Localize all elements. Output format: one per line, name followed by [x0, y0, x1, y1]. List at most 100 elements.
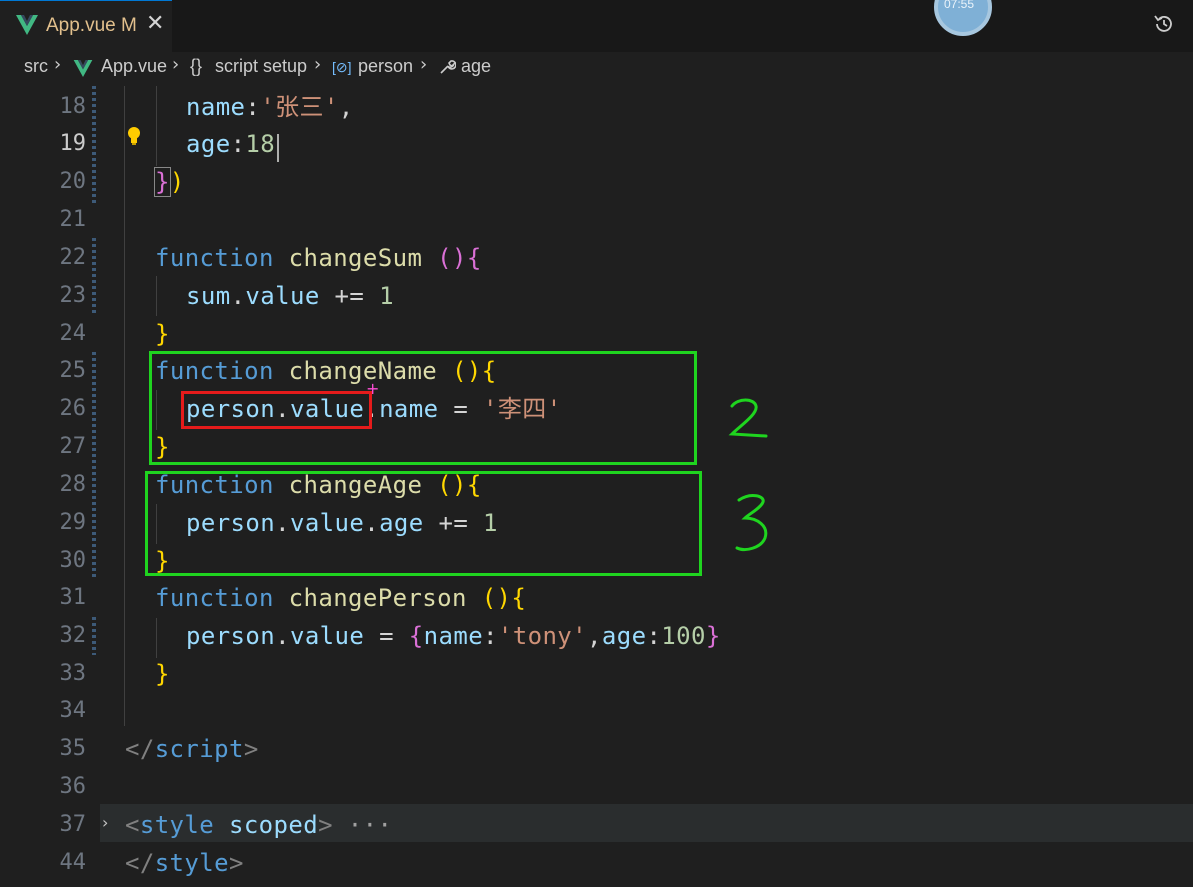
line-code: <style scoped> ···	[125, 806, 392, 844]
line-number: 28	[59, 472, 87, 497]
brace: {	[408, 622, 424, 650]
line-number: 31	[59, 585, 87, 610]
colon: :	[230, 130, 246, 158]
line-number: 44	[59, 850, 87, 875]
line-number: 21	[59, 207, 87, 232]
code-line-19: 19 age:18	[0, 125, 1193, 163]
tag-name: style	[154, 849, 229, 877]
number-literal: 100	[661, 622, 706, 650]
code-line-32: 32 person.value = {name:'tony',age:100}	[0, 617, 1193, 655]
operator: =	[364, 622, 409, 650]
string-literal: '张三'	[260, 93, 339, 121]
vue-logo-icon	[16, 15, 38, 35]
string-literal: 'tony'	[497, 622, 588, 650]
code-line-34: 34	[0, 692, 1193, 730]
brace: {	[466, 244, 482, 272]
code-line-23: 23 sum.value += 1	[0, 277, 1193, 315]
attribute-name: scoped	[228, 811, 319, 839]
colon: :	[483, 622, 498, 650]
history-icon[interactable]	[1153, 13, 1175, 35]
paren: ()	[466, 584, 512, 612]
tag-bracket: </	[125, 735, 155, 763]
code-line-22: 22 function changeSum (){	[0, 239, 1193, 277]
variable: person	[186, 622, 276, 650]
line-number: 26	[59, 396, 87, 421]
line-number: 35	[59, 736, 87, 761]
breadcrumb-file[interactable]: App.vue	[101, 56, 167, 77]
colon: :	[646, 622, 662, 650]
tag-name: script	[154, 735, 244, 763]
text-cursor	[277, 134, 279, 162]
tab-modified-flag: M	[121, 15, 137, 36]
line-number: 32	[59, 623, 87, 648]
close-icon[interactable]: ✕	[146, 11, 164, 36]
line-code: age:18	[186, 125, 275, 163]
line-number: 23	[59, 283, 87, 308]
keyword: function	[155, 244, 274, 272]
line-number: 36	[59, 774, 87, 799]
colon: :	[245, 93, 261, 121]
breadcrumb-script-setup[interactable]: script setup	[215, 56, 307, 77]
line-code: function changePerson (){	[155, 579, 526, 617]
paren: ()	[422, 244, 467, 272]
code-line-33: 33 }	[0, 655, 1193, 693]
dot: .	[230, 282, 246, 310]
folded-ellipsis[interactable]: ···	[348, 811, 393, 839]
property: value	[289, 622, 365, 650]
bottom-edge	[0, 880, 1193, 887]
property-key: age	[601, 622, 647, 650]
tag-bracket: >	[228, 849, 244, 877]
line-number: 22	[59, 245, 87, 270]
chevron-right-icon: ›	[54, 54, 62, 75]
property-key: age	[186, 130, 231, 158]
paren: )	[169, 168, 185, 196]
tab-bar: App.vue M ✕ 07:55	[0, 0, 1193, 52]
line-code: function changeSum (){	[155, 239, 482, 277]
line-number: 29	[59, 510, 87, 535]
avatar-text: 07:55	[944, 0, 975, 11]
braces-icon: {}	[190, 56, 203, 76]
tag-bracket: >	[243, 735, 259, 763]
line-number: 37	[59, 812, 87, 837]
line-number: 27	[59, 434, 87, 459]
brace: {	[511, 584, 527, 612]
breadcrumb-src[interactable]: src	[24, 56, 48, 77]
line-number: 34	[59, 698, 87, 723]
comma: ,	[338, 93, 354, 121]
variable: sum	[186, 282, 231, 310]
line-code: })	[154, 163, 185, 201]
function-name: changePerson	[288, 584, 467, 612]
chevron-right-icon: ›	[314, 54, 322, 75]
code-line-37: 37 <style scoped> ···	[0, 806, 1193, 844]
tag-bracket: >	[318, 811, 333, 839]
line-number: 24	[59, 321, 87, 346]
vue-logo-icon	[73, 60, 93, 77]
brace: }	[705, 622, 721, 650]
chevron-right-icon: ›	[172, 54, 180, 75]
line-number: 33	[59, 661, 87, 686]
code-line-24: 24 }	[0, 315, 1193, 353]
function-name: changeSum	[288, 244, 423, 272]
tag-name: style	[139, 811, 215, 839]
line-number: 19	[59, 131, 87, 156]
brace: }	[155, 320, 170, 348]
tab-app-vue[interactable]: App.vue M ✕	[0, 0, 172, 52]
tag-bracket: </	[125, 849, 155, 877]
fold-chevron-right-icon[interactable]: ›	[102, 813, 108, 832]
code-line-20: 20 })	[0, 163, 1193, 201]
comma: ,	[587, 622, 602, 650]
number-literal: 1	[379, 282, 394, 310]
operator: +=	[319, 282, 380, 310]
breadcrumb-age[interactable]: age	[461, 56, 491, 77]
mouse-cursor-icon: +	[366, 379, 380, 398]
handwritten-number-2: 2	[728, 398, 768, 438]
property: value	[245, 282, 320, 310]
brace: }	[155, 660, 170, 688]
line-code: person.value = {name:'tony',age:100}	[186, 617, 721, 655]
dot: .	[275, 622, 290, 650]
line-code: name:'张三',	[186, 88, 354, 126]
variable-icon: [⊘]	[332, 59, 352, 75]
breadcrumb-person[interactable]: person	[358, 56, 413, 77]
code-line-31: 31 function changePerson (){	[0, 579, 1193, 617]
code-line-44: 44 </style>	[0, 844, 1193, 882]
